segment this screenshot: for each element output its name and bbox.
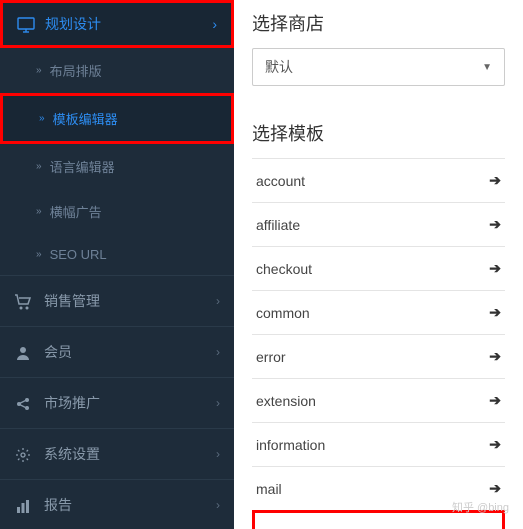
double-chevron-icon: »: [39, 113, 45, 124]
template-account[interactable]: account ➔: [252, 158, 505, 202]
sidebar-sub-language-editor[interactable]: » 语言编辑器: [0, 144, 234, 189]
nav-label: 报告: [44, 495, 72, 515]
template-select-title: 选择模板: [252, 110, 505, 158]
chevron-right-icon: ›: [216, 498, 220, 512]
template-label: account: [256, 173, 305, 189]
chevron-right-icon: ›: [216, 294, 220, 308]
sidebar-sub-label: 布局排版: [50, 61, 102, 80]
chevron-right-icon: ›: [216, 345, 220, 359]
main-content: 选择商店 默认 ▼ 选择模板 account ➔ affiliate ➔ che…: [234, 0, 523, 529]
nav-design-label: 规划设计: [45, 14, 101, 34]
double-chevron-icon: »: [36, 65, 42, 76]
monitor-icon: [17, 15, 35, 32]
template-label: affiliate: [256, 217, 300, 233]
sidebar-sub-label: SEO URL: [50, 247, 107, 262]
template-product[interactable]: product ➔: [252, 510, 505, 529]
template-checkout[interactable]: checkout ➔: [252, 246, 505, 290]
nav-marketing[interactable]: 市场推广 ›: [0, 377, 234, 428]
template-label: mail: [256, 481, 282, 497]
arrow-right-icon: ➔: [489, 348, 501, 365]
sidebar-sub-template-editor[interactable]: » 模板编辑器: [0, 93, 234, 144]
nav-design-planning[interactable]: 规划设计 ›: [0, 0, 234, 48]
arrow-right-icon: ➔: [489, 260, 501, 277]
template-label: information: [256, 437, 325, 453]
arrow-right-icon: ➔: [489, 216, 501, 233]
chevron-right-icon: ›: [216, 396, 220, 410]
chart-icon: [14, 496, 32, 513]
double-chevron-icon: »: [36, 161, 42, 172]
arrow-right-icon: ➔: [489, 436, 501, 453]
caret-down-icon: ▼: [482, 62, 492, 73]
template-extension[interactable]: extension ➔: [252, 378, 505, 422]
sidebar-sub-seo-url[interactable]: » SEO URL: [0, 234, 234, 275]
template-label: common: [256, 305, 310, 321]
sidebar-sub-label: 语言编辑器: [50, 157, 115, 176]
sidebar-sub-label: 横幅广告: [50, 202, 102, 221]
sidebar: 规划设计 › » 布局排版 » 模板编辑器 » 语言编辑器 » 横幅广告 » S…: [0, 0, 234, 529]
nav-reports[interactable]: 报告 ›: [0, 479, 234, 529]
nav-label: 市场推广: [44, 393, 100, 413]
nav-label: 系统设置: [44, 444, 100, 464]
template-information[interactable]: information ➔: [252, 422, 505, 466]
shop-select-value: 默认: [265, 57, 293, 77]
sidebar-sub-label: 模板编辑器: [53, 109, 118, 128]
sidebar-sub-layout[interactable]: » 布局排版: [0, 48, 234, 93]
nav-members[interactable]: 会员 ›: [0, 326, 234, 377]
chevron-right-icon: ›: [212, 16, 217, 32]
shop-select[interactable]: 默认 ▼: [252, 48, 505, 86]
template-label: error: [256, 349, 286, 365]
template-label: extension: [256, 393, 316, 409]
cart-icon: [14, 292, 32, 309]
template-mail[interactable]: mail ➔: [252, 466, 505, 510]
double-chevron-icon: »: [36, 206, 42, 217]
arrow-right-icon: ➔: [489, 304, 501, 321]
template-label: checkout: [256, 261, 312, 277]
user-icon: [14, 343, 32, 360]
arrow-right-icon: ➔: [489, 392, 501, 409]
sidebar-sub-banner-ads[interactable]: » 横幅广告: [0, 189, 234, 234]
nav-label: 销售管理: [44, 291, 100, 311]
template-common[interactable]: common ➔: [252, 290, 505, 334]
shop-select-title: 选择商店: [252, 0, 505, 48]
double-chevron-icon: »: [36, 249, 42, 260]
gear-icon: [14, 445, 32, 462]
template-affiliate[interactable]: affiliate ➔: [252, 202, 505, 246]
arrow-right-icon: ➔: [489, 172, 501, 189]
arrow-right-icon: ➔: [489, 480, 501, 497]
nav-label: 会员: [44, 342, 72, 362]
template-error[interactable]: error ➔: [252, 334, 505, 378]
chevron-right-icon: ›: [216, 447, 220, 461]
share-icon: [14, 394, 32, 411]
nav-sales[interactable]: 销售管理 ›: [0, 275, 234, 326]
nav-system-settings[interactable]: 系统设置 ›: [0, 428, 234, 479]
